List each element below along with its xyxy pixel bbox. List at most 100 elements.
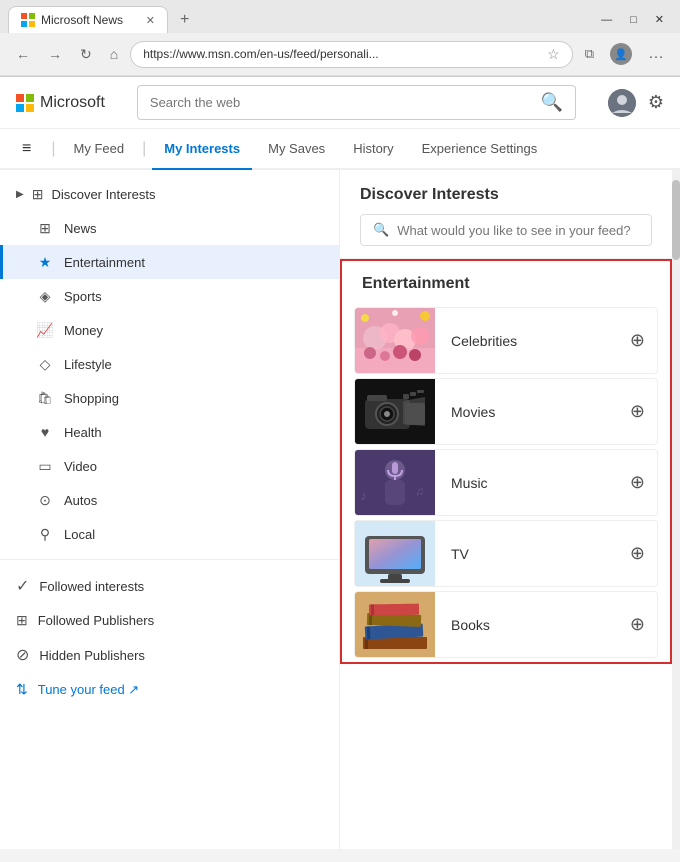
local-icon: ⚲ (36, 525, 54, 543)
sidebar-item-local-label: Local (64, 527, 95, 542)
sidebar-item-shopping[interactable]: 🛍 Shopping (0, 381, 339, 415)
books-thumbnail (355, 592, 435, 657)
interest-card-tv: TV ⊕ (354, 520, 658, 587)
close-button[interactable]: ✕ (647, 11, 672, 28)
star-icon: ☆ (547, 46, 560, 63)
tune-feed-label: Tune your feed ↗ (38, 682, 139, 698)
sidebar-item-video-label: Video (64, 459, 97, 474)
tab-my-saves[interactable]: My Saves (256, 129, 337, 170)
sidebar-item-sports[interactable]: ◈ Sports (0, 279, 339, 313)
sq-blue (16, 104, 24, 112)
sidebar-item-local[interactable]: ⚲ Local (0, 517, 339, 551)
hidden-publishers-icon: ⊘ (16, 645, 29, 665)
address-bar: ← → ↻ ⌂ https://www.msn.com/en-us/feed/p… (0, 33, 680, 76)
msn-header: Microsoft 🔍 ⚙ (0, 77, 680, 129)
logo-text: Microsoft (40, 94, 105, 112)
discover-interests-header[interactable]: ▶ ⊞ Discover Interests (0, 178, 339, 211)
music-label: Music (435, 475, 630, 491)
celebrities-add-button[interactable]: ⊕ (630, 330, 645, 351)
interest-card-books: Books ⊕ (354, 591, 658, 658)
news-icon: ⊞ (36, 219, 54, 237)
music-add-button[interactable]: ⊕ (630, 472, 645, 493)
scrollbar[interactable] (672, 170, 680, 849)
sidebar-followed-publishers[interactable]: ⊞ Followed Publishers (0, 604, 339, 637)
tab-my-interests[interactable]: My Interests (152, 129, 252, 170)
movies-add-button[interactable]: ⊕ (630, 401, 645, 422)
header-right: ⚙ (608, 89, 664, 117)
forward-button[interactable]: → (42, 42, 68, 66)
books-label: Books (435, 617, 630, 633)
settings-gear-icon[interactable]: ⚙ (648, 92, 664, 113)
sidebar-hidden-publishers[interactable]: ⊘ Hidden Publishers (0, 637, 339, 673)
sidebar-item-entertainment[interactable]: ★ Entertainment (0, 245, 339, 279)
movies-thumbnail (355, 379, 435, 444)
health-icon: ♥ (36, 423, 54, 441)
interest-card-music: ♪ ♫ Music ⊕ (354, 449, 658, 516)
interest-card-celebrities: Celebrities ⊕ (354, 307, 658, 374)
nav-divider: | (51, 140, 55, 158)
sidebar-item-news[interactable]: ⊞ News (0, 211, 339, 245)
discover-search-input[interactable] (397, 223, 639, 238)
tab-my-feed[interactable]: My Feed (62, 129, 137, 170)
collections-icon[interactable]: ⧉ (579, 42, 600, 66)
music-thumbnail: ♪ ♫ (355, 450, 435, 515)
hidden-publishers-label: Hidden Publishers (39, 648, 145, 663)
tab-close-button[interactable]: ✕ (146, 14, 155, 27)
sidebar-item-health-label: Health (64, 425, 102, 440)
tv-add-button[interactable]: ⊕ (630, 543, 645, 564)
sidebar-item-money[interactable]: 📈 Money (0, 313, 339, 347)
sidebar-item-lifestyle-label: Lifestyle (64, 357, 112, 372)
nav-divider-2: | (142, 140, 146, 158)
sidebar-followed-interests[interactable]: ✓ Followed interests (0, 568, 339, 604)
header-search[interactable]: 🔍 (137, 85, 576, 120)
sidebar-tune-feed[interactable]: ⇅ Tune your feed ↗ (0, 673, 339, 706)
hamburger-menu[interactable]: ≡ (16, 132, 37, 166)
discover-search[interactable]: 🔍 (360, 214, 652, 246)
browser-chrome: Microsoft News ✕ + — □ ✕ ← → ↻ ⌂ https:/… (0, 0, 680, 77)
page-content: Microsoft 🔍 ⚙ ≡ | My Feed | My Interests… (0, 77, 680, 849)
sidebar-item-news-label: News (64, 221, 97, 236)
microsoft-squares-icon (16, 94, 34, 112)
sidebar-item-shopping-label: Shopping (64, 391, 119, 406)
main-content: ▶ ⊞ Discover Interests ⊞ News ★ Entertai… (0, 170, 680, 849)
search-icon[interactable]: 🔍 (540, 92, 562, 113)
refresh-button[interactable]: ↻ (74, 42, 98, 67)
sidebar-item-lifestyle[interactable]: ◇ Lifestyle (0, 347, 339, 381)
sidebar-item-money-label: Money (64, 323, 103, 338)
sidebar-item-entertainment-label: Entertainment (64, 255, 145, 270)
back-button[interactable]: ← (10, 42, 36, 66)
sq-green (26, 94, 34, 102)
more-options-icon[interactable]: … (642, 41, 670, 67)
discover-search-icon: 🔍 (373, 222, 389, 238)
sidebar-item-video[interactable]: ▭ Video (0, 449, 339, 483)
tab-experience-settings[interactable]: Experience Settings (410, 129, 550, 170)
url-text: https://www.msn.com/en-us/feed/personali… (143, 47, 541, 61)
tab-history[interactable]: History (341, 129, 405, 170)
avatar[interactable] (608, 89, 636, 117)
books-add-button[interactable]: ⊕ (630, 614, 645, 635)
sidebar-item-health[interactable]: ♥ Health (0, 415, 339, 449)
celebrities-label: Celebrities (435, 333, 630, 349)
followed-publishers-icon: ⊞ (16, 612, 28, 629)
tab-bar: Microsoft News ✕ + — □ ✕ (0, 0, 680, 33)
profile-icon[interactable]: 👤 (604, 39, 638, 69)
maximize-button[interactable]: □ (622, 12, 645, 28)
url-bar[interactable]: https://www.msn.com/en-us/feed/personali… (130, 41, 573, 68)
lifestyle-icon: ◇ (36, 355, 54, 373)
tab-favicon (21, 13, 35, 27)
sidebar-item-sports-label: Sports (64, 289, 102, 304)
scrollbar-thumb[interactable] (672, 180, 680, 260)
video-icon: ▭ (36, 457, 54, 475)
sidebar: ▶ ⊞ Discover Interests ⊞ News ★ Entertai… (0, 170, 340, 849)
minimize-button[interactable]: — (593, 12, 620, 28)
search-input[interactable] (150, 95, 541, 110)
sidebar-item-autos[interactable]: ⊙ Autos (0, 483, 339, 517)
new-tab-button[interactable]: + (172, 7, 197, 33)
sports-icon: ◈ (36, 287, 54, 305)
right-panel: Discover Interests 🔍 Entertainment (340, 170, 672, 849)
tv-label: TV (435, 546, 630, 562)
nav-tabs: ≡ | My Feed | My Interests My Saves Hist… (0, 129, 680, 170)
active-tab[interactable]: Microsoft News ✕ (8, 6, 168, 33)
home-button[interactable]: ⌂ (104, 42, 124, 66)
arrow-icon: ▶ (16, 189, 24, 200)
